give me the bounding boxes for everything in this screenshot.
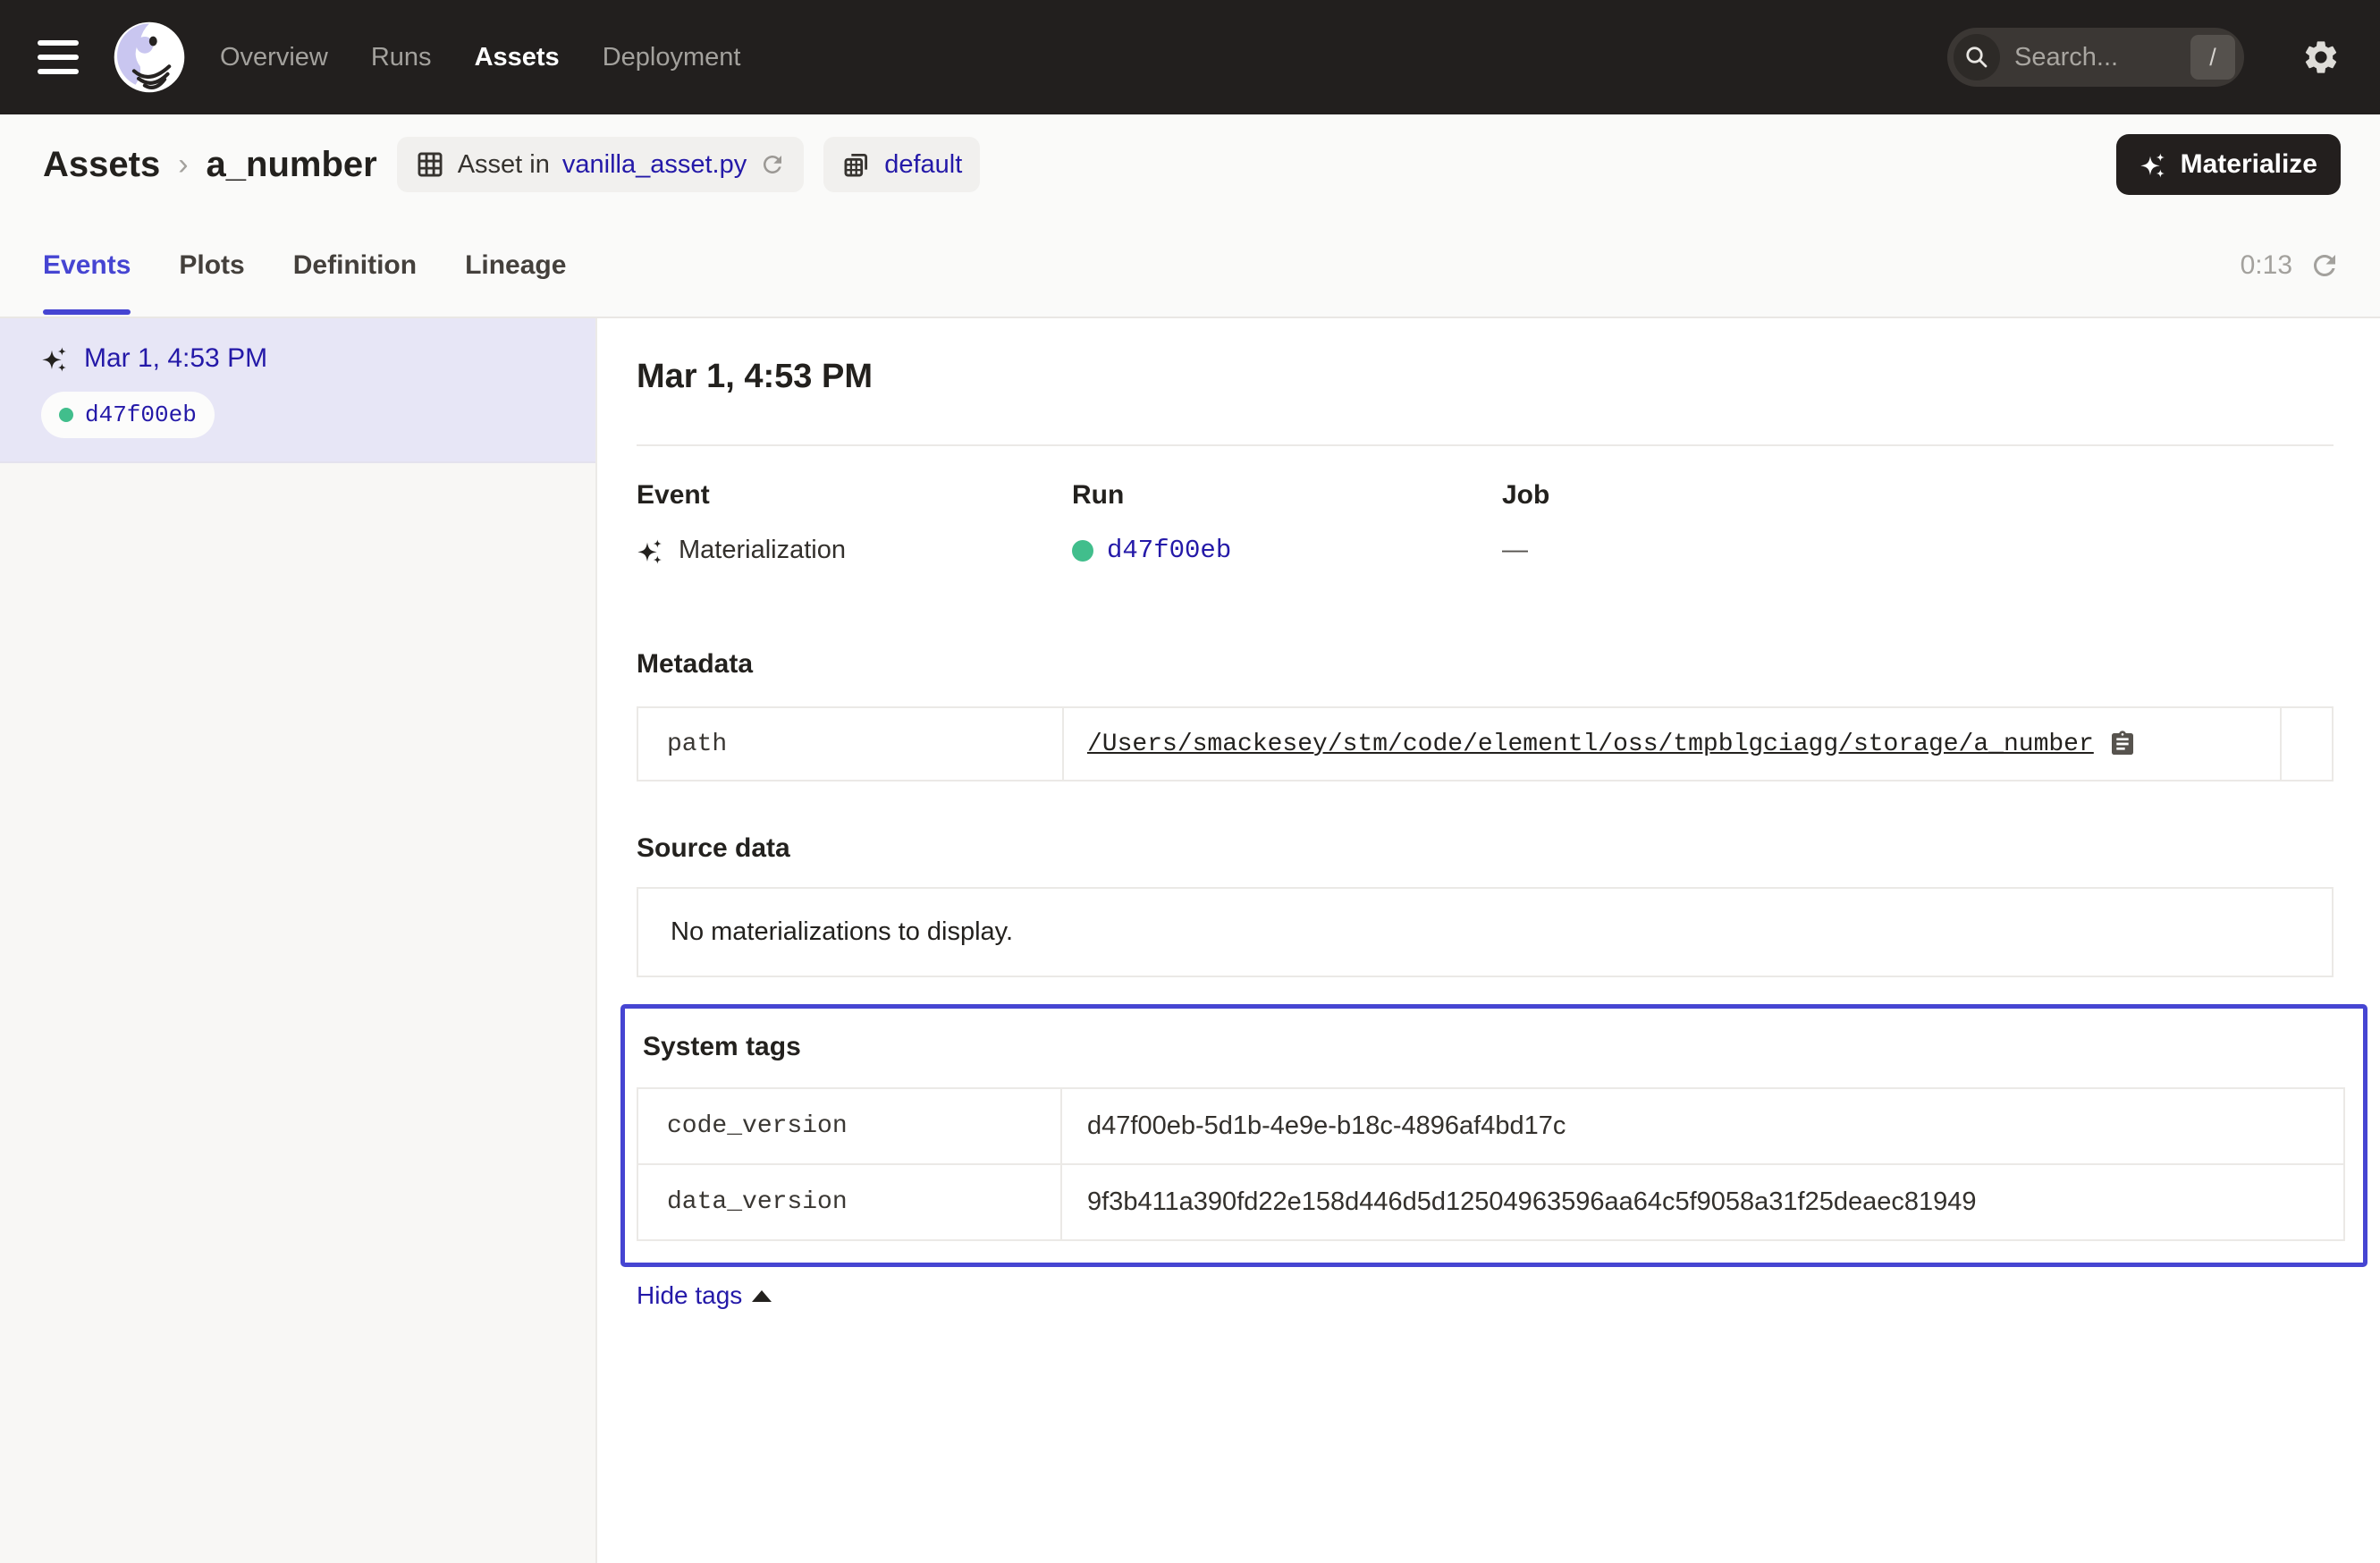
divider	[637, 444, 2334, 446]
run-id-link[interactable]: d47f00eb	[1107, 536, 1231, 565]
repo-icon	[841, 149, 872, 180]
breadcrumb: Assets › a_number	[43, 145, 377, 185]
event-heading: Mar 1, 4:53 PM	[637, 358, 2334, 396]
page-header: Assets › a_number Asset in vanilla_asset…	[0, 114, 2380, 215]
reload-location-icon[interactable]	[759, 151, 786, 178]
system-tags-table: code_version d47f00eb-5d1b-4e9e-b18c-489…	[637, 1087, 2345, 1241]
asset-location-badge: Asset in vanilla_asset.py	[397, 137, 805, 192]
tabs-bar: Events Plots Definition Lineage 0:13	[0, 215, 2380, 318]
metadata-table: path /Users/smackesey/stm/code/elementl/…	[637, 706, 2334, 782]
materialize-label: Materialize	[2181, 149, 2317, 180]
table-row: data_version 9f3b411a390fd22e158d446d5d1…	[638, 1163, 2343, 1239]
metadata-actions-cell	[2280, 708, 2332, 780]
nav-item-deployment[interactable]: Deployment	[603, 43, 741, 72]
tag-key: data_version	[638, 1165, 1062, 1239]
hide-tags-link[interactable]: Hide tags	[637, 1281, 772, 1310]
search-bar[interactable]: /	[1947, 28, 2244, 87]
run-id-pill[interactable]: d47f00eb	[41, 392, 215, 438]
materialization-sparkles-icon	[41, 344, 70, 373]
repo-badge[interactable]: default	[823, 137, 980, 192]
tab-plots[interactable]: Plots	[179, 215, 244, 317]
tab-definition[interactable]: Definition	[293, 215, 417, 317]
nav-item-assets[interactable]: Assets	[475, 43, 560, 72]
sparkles-icon	[2139, 150, 2168, 179]
table-row: code_version d47f00eb-5d1b-4e9e-b18c-489…	[638, 1089, 2343, 1163]
asset-file-link[interactable]: vanilla_asset.py	[562, 150, 747, 180]
content-area: Mar 1, 4:53 PM d47f00eb Mar 1, 4:53 PM E…	[0, 318, 2380, 1563]
gear-icon[interactable]	[2301, 38, 2341, 77]
nav-item-runs[interactable]: Runs	[371, 43, 432, 72]
dagster-logo-icon[interactable]	[113, 21, 186, 94]
run-column-label: Run	[1072, 480, 1502, 511]
page-title: a_number	[207, 145, 377, 185]
metadata-section-title: Metadata	[637, 649, 2334, 680]
event-list-item[interactable]: Mar 1, 4:53 PM d47f00eb	[0, 318, 595, 463]
search-shortcut-badge: /	[2190, 35, 2235, 80]
refresh-area: 0:13	[2241, 249, 2341, 282]
breadcrumb-separator: ›	[178, 148, 188, 182]
job-empty-value: —	[1502, 536, 1528, 565]
event-column-label: Event	[637, 480, 1072, 511]
event-detail-panel: Mar 1, 4:53 PM Event Materialization Run…	[597, 318, 2380, 1563]
repo-badge-label: default	[884, 150, 962, 180]
source-data-section-title: Source data	[637, 833, 2334, 864]
path-link[interactable]: /Users/smackesey/stm/code/elementl/oss/t…	[1087, 731, 2094, 758]
run-status-dot	[59, 408, 73, 422]
search-input[interactable]	[2014, 43, 2176, 72]
system-tags-section-title: System tags	[643, 1032, 2345, 1062]
caret-up-icon	[752, 1290, 772, 1302]
tag-value: 9f3b411a390fd22e158d446d5d12504963596aa6…	[1062, 1165, 2343, 1239]
tab-lineage[interactable]: Lineage	[465, 215, 566, 317]
event-timestamp-link[interactable]: Mar 1, 4:53 PM	[84, 343, 267, 374]
run-id-label: d47f00eb	[85, 401, 197, 428]
top-nav: Overview Runs Assets Deployment /	[0, 0, 2380, 114]
system-tags-highlight-box: System tags code_version d47f00eb-5d1b-4…	[620, 1004, 2367, 1267]
tag-value: d47f00eb-5d1b-4e9e-b18c-4896af4bd17c	[1062, 1089, 2343, 1163]
asset-location-prefix: Asset in	[458, 150, 550, 180]
materialization-sparkles-icon	[637, 536, 665, 565]
events-sidebar: Mar 1, 4:53 PM d47f00eb	[0, 318, 597, 1563]
tag-key: code_version	[638, 1089, 1062, 1163]
copy-icon[interactable]	[2108, 730, 2137, 758]
refresh-icon[interactable]	[2308, 249, 2341, 282]
source-data-empty-message: No materializations to display.	[671, 917, 1013, 946]
hide-tags-label: Hide tags	[637, 1281, 742, 1310]
menu-icon[interactable]	[38, 40, 79, 74]
refresh-countdown: 0:13	[2241, 250, 2292, 281]
source-data-empty-box: No materializations to display.	[637, 887, 2334, 977]
asset-grid-icon	[415, 149, 445, 180]
event-info-row: Event Materialization Run d47f00eb Job —	[637, 480, 2334, 565]
materialize-button[interactable]: Materialize	[2116, 134, 2341, 195]
search-icon	[1954, 34, 2000, 80]
tab-events[interactable]: Events	[43, 215, 131, 317]
run-status-dot	[1072, 540, 1093, 562]
nav-item-overview[interactable]: Overview	[220, 43, 328, 72]
event-type-value: Materialization	[679, 536, 846, 565]
breadcrumb-assets-link[interactable]: Assets	[43, 145, 160, 185]
metadata-key: path	[638, 708, 1064, 780]
main-nav: Overview Runs Assets Deployment	[220, 43, 740, 72]
job-column-label: Job	[1502, 480, 2334, 511]
